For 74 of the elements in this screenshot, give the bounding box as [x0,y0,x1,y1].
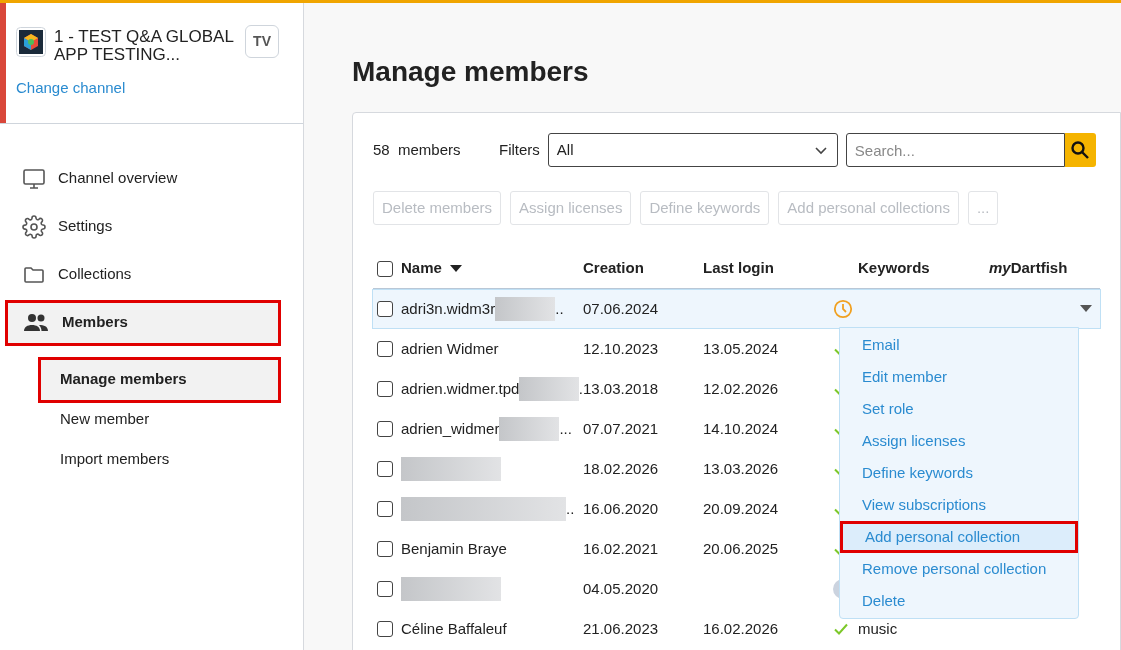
filters-label: Filters [499,139,540,160]
ellipsis: ... [559,418,572,439]
last-login-date: 13.05.2024 [703,339,779,357]
settings-icon [22,214,46,239]
search-icon [1070,140,1091,160]
checkbox[interactable] [377,501,393,517]
ellipsis: .. [555,298,564,319]
selected-row[interactable]: adri3n.widm3r .. 07.06.2024 [372,289,1101,329]
sidebar-item[interactable]: Channel overview [5,155,298,202]
menu-item[interactable]: Remove personal collection [842,553,1076,585]
sidebar-item[interactable]: Settings [5,203,298,250]
checkbox[interactable] [377,260,393,277]
creation-date: 18.02.2026 [583,458,660,479]
creation-date: 21.06.2023 [583,618,660,639]
column-header[interactable]: myDartfish [989,257,1068,280]
menu-item[interactable]: Assign licenses [842,425,1076,457]
caret-icon[interactable] [1080,305,1092,313]
last-login-date: 14.10.2024 [703,419,779,437]
last-login-date: 16.02.2026 [703,619,779,637]
member-name: adri3n.widm3r [401,298,496,319]
creation-date: 04.05.2020 [583,578,660,599]
page-title: Manage members [352,55,590,89]
monitor-icon [22,166,46,191]
ellipsis: .. [566,498,575,519]
column-header[interactable]: Last login [703,257,774,280]
channel-logo [16,27,46,57]
channel-name: 1 - TEST Q&A GLOBAL APP TESTING... [54,26,235,64]
member-name: adrien_widmer [401,418,500,439]
menu-item[interactable]: Set role [842,393,1076,425]
member-name: adrien.widmer.tpd [401,378,520,399]
member-count: 58 members [373,139,462,160]
checkbox[interactable] [377,461,393,477]
checkbox[interactable] [377,621,393,637]
search-button[interactable] [1064,133,1096,167]
creation-date: 12.10.2023 [583,338,660,359]
column-header[interactable]: Name [401,257,442,280]
channel-type-badge: TV [245,25,279,58]
column-header[interactable]: Keywords [858,257,930,280]
last-login-date: 13.03.2026 [703,459,779,477]
last-login-date: 20.09.2024 [703,499,779,517]
ellipsis: . [578,378,583,399]
keyword: music [858,619,898,637]
sidebar-subitem[interactable]: Manage members [38,356,281,403]
menu-item[interactable]: Define keywords [842,457,1076,489]
creation-date: 16.02.2021 [583,538,660,559]
menu-item[interactable]: View subscriptions [842,489,1076,521]
menu-item[interactable]: Email [842,329,1076,361]
sidebar-item[interactable]: Collections [5,251,298,298]
creation-date: 07.07.2021 [583,418,660,439]
column-header[interactable]: Creation [583,257,644,280]
sidebar-item[interactable]: Members [5,299,281,346]
checkbox[interactable] [377,381,393,397]
checkbox[interactable] [377,301,393,317]
creation-date: 13.03.2018 [583,378,660,399]
menu-item[interactable]: Delete [842,585,1076,617]
member-name: Céline Baffaleuf [401,618,507,639]
checkbox[interactable] [377,541,393,557]
member-name: adrien Widmer [401,338,499,359]
checkbox[interactable] [377,581,393,597]
checkbox[interactable] [377,421,393,437]
sort-caret-icon[interactable] [449,264,462,273]
last-login-date: 12.02.2026 [703,379,779,397]
checkbox[interactable] [377,341,393,357]
clock-icon [833,299,853,319]
change-channel-link[interactable]: Change channel [16,77,279,100]
creation-date: 07.06.2024 [583,298,660,319]
member-name: Benjamin Braye [401,538,507,559]
check-icon [833,621,849,637]
menu-item[interactable]: Edit member [842,361,1076,393]
menu-item[interactable]: Add personal collection [840,521,1078,553]
creation-date: 16.06.2020 [583,498,660,519]
search-field[interactable]: Search... [845,133,1065,167]
last-login-date: 20.06.2025 [703,539,779,557]
filter-dropdown[interactable]: All [547,133,838,167]
